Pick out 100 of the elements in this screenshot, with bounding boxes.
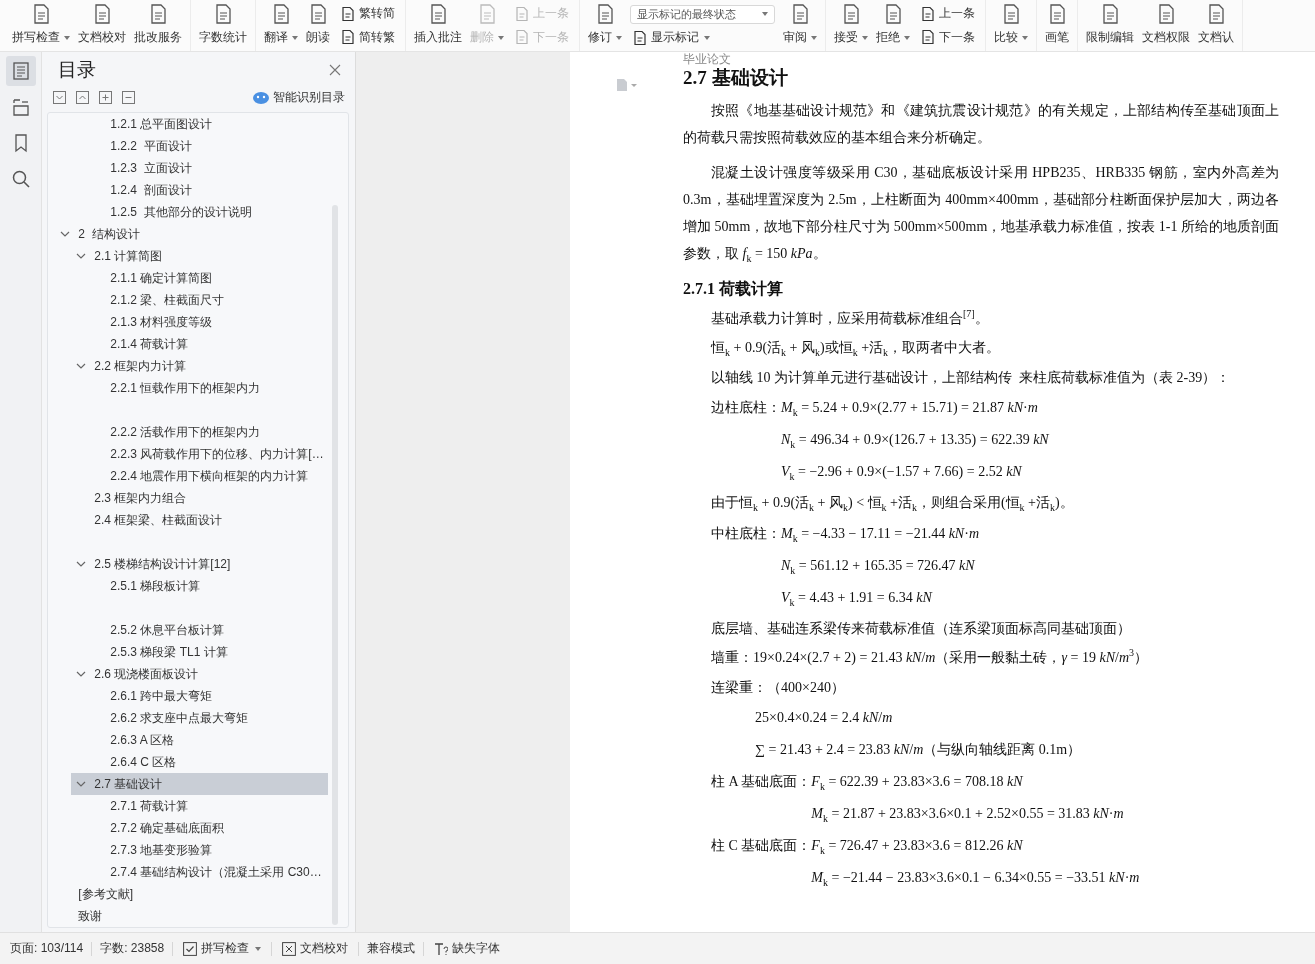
toolbar-button[interactable]: 文档权限: [1138, 0, 1194, 51]
cross-box-icon: [282, 941, 297, 956]
checkbox-icon: [183, 941, 198, 956]
toc-item[interactable]: 2.7.3 地基变形验算: [87, 839, 328, 861]
toc-item[interactable]: 1.2.5 其他部分的设计说明: [87, 201, 328, 223]
toc-item[interactable]: 1.2.3 立面设计: [87, 157, 328, 179]
toolbar-button[interactable]: 画笔: [1041, 0, 1073, 51]
toc-item[interactable]: 2.5 楼梯结构设计计算[12]: [71, 553, 328, 575]
toolbar-button[interactable]: 审阅: [779, 0, 821, 51]
toc-item[interactable]: 2.7 基础设计: [71, 773, 328, 795]
equation-label: 中柱底柱：: [711, 524, 781, 543]
toc-item[interactable]: 2.6.4 C 区格: [87, 751, 328, 773]
subsection-heading: 2.7.1 荷载计算: [683, 278, 784, 299]
toolbar-button[interactable]: 下一条: [918, 28, 977, 46]
caret-down-icon: [811, 35, 817, 40]
toc-item[interactable]: 2.6.1 跨中最大弯矩: [87, 685, 328, 707]
toc-item[interactable]: 2.1.1 确定计算简图: [87, 267, 328, 289]
toc-item[interactable]: 2.7.2 确定基础底面积: [87, 817, 328, 839]
close-icon[interactable]: [329, 63, 341, 76]
toolbar-button[interactable]: 上一条: [918, 5, 977, 23]
toc-item[interactable]: 2.5.2 休息平台板计算: [87, 619, 328, 641]
toc-item[interactable]: 1.2.4 剖面设计: [87, 179, 328, 201]
toc-item[interactable]: [参考文献]: [55, 883, 328, 905]
toc-item[interactable]: 致谢: [55, 905, 328, 927]
toc-item[interactable]: 2.2.1 恒载作用下的框架内力: [87, 377, 328, 399]
equation-label: 边柱底柱：: [711, 399, 781, 418]
caret-down-icon: [64, 35, 70, 40]
proofread-button[interactable]: 文档校对: [280, 940, 351, 957]
toc-item[interactable]: 2.2.3 风荷载作用下的位移、内力计算[…: [87, 443, 328, 465]
toc-item[interactable]: 2.6 现浇楼面板设计: [71, 663, 328, 685]
document-icon: [920, 29, 936, 46]
toc-item[interactable]: 2.1.3 材料强度等级: [87, 311, 328, 333]
toc-item[interactable]: 1.2.2 平面设计: [87, 135, 328, 157]
caret-down-icon: [292, 35, 298, 40]
toc-item[interactable]: 1.2.1 总平面图设计: [87, 113, 328, 135]
toc-item[interactable]: 2.1 计算简图: [71, 245, 328, 267]
expand-all-icon[interactable]: [53, 91, 66, 104]
text-line: 底层墙、基础连系梁传来荷载标准值（连系梁顶面标高同基础顶面）: [711, 620, 1131, 636]
toc-item[interactable]: 2.1.2 梁、柱截面尺寸: [87, 289, 328, 311]
toolbar-button[interactable]: 拒绝: [872, 0, 914, 51]
equation: F$_{k}$ = 622.39 + 23.83×3.6 = 708.18 kN: [811, 774, 1023, 790]
toc-item[interactable]: 2.6.3 A 区格: [87, 729, 328, 751]
toolbar-button[interactable]: 文档认: [1194, 0, 1238, 51]
text-line: 恒$_{k}$ + 0.9(活$_{k}$ + 风$_{k}$)或恒$_{k}$ +活$_{k}$，取两者中大者。: [711, 340, 1001, 356]
toolbar-button[interactable]: 简转繁: [338, 28, 397, 46]
equation: ∑ = 21.43 + 2.4 = 23.83 kN/m（与纵向轴线距离 0.1m）: [755, 742, 1082, 758]
toc-item[interactable]: 2.5.3 梯段梁 TL1 计算: [87, 641, 328, 663]
toc-item[interactable]: 2.7.1 荷载计算: [87, 795, 328, 817]
toolbar-button[interactable]: 拼写检查: [8, 0, 74, 51]
caret-down-icon: [255, 946, 262, 951]
toolbar-button[interactable]: 繁转简: [338, 5, 397, 23]
toc-item[interactable]: 2.5.1 梯段板计算: [87, 575, 328, 597]
toolbar-button[interactable]: 翻译: [260, 0, 302, 51]
equation: V$_{k}$ = −2.96 + 0.9×(−1.57 + 7.66) = 2.52 kN: [781, 464, 1022, 480]
toolbar-button[interactable]: 插入批注: [410, 0, 466, 51]
section-heading: 2.7 基础设计: [683, 66, 789, 90]
document-icon: [340, 29, 356, 46]
toc-item[interactable]: 2.3 框架内力组合: [71, 487, 328, 509]
markup-select[interactable]: 显示标记的最终状态: [630, 4, 775, 24]
text-line: 连梁重：（400×240）: [711, 679, 845, 695]
status-text: 字数: 23858: [100, 940, 165, 957]
toc-item[interactable]: 2.2 框架内力计算: [71, 355, 328, 377]
plus-icon[interactable]: [99, 91, 112, 104]
toc-item[interactable]: 2.7.4 基础结构设计（混凝土采用 C30…: [87, 861, 328, 883]
toolbar-button[interactable]: 朗读: [302, 0, 334, 51]
toc-item[interactable]: 2 结构设计: [55, 223, 328, 245]
toc-item[interactable]: 2.2.2 活载作用下的框架内力: [87, 421, 328, 443]
panel-title: 目录: [58, 57, 96, 82]
document-icon: [514, 5, 530, 22]
missing-font-button[interactable]: 缺失字体: [432, 940, 503, 957]
toolbar-button[interactable]: 比较: [990, 0, 1032, 51]
toc-item[interactable]: 2.4 框架梁、柱截面设计: [71, 509, 328, 531]
caret-down-icon: [762, 12, 768, 17]
document-icon: [340, 5, 356, 22]
equation: M$_{k}$ = −4.33 − 17.11 = −21.44 kN·m: [781, 525, 979, 541]
outline-icon[interactable]: [5, 56, 36, 86]
toolbar-button[interactable]: 限制编辑: [1082, 0, 1138, 51]
toc-item[interactable]: 2.6.2 求支座中点最大弯矩: [87, 707, 328, 729]
toolbar-button[interactable]: 文档校对: [74, 0, 130, 51]
caret-down-icon: [616, 35, 622, 40]
equation: F$_{k}$ = 726.47 + 23.83×3.6 = 812.26 kN: [811, 838, 1023, 854]
equation: N$_{k}$ = 561.12 + 165.35 = 726.47 kN: [781, 557, 975, 573]
page-header: 毕业论文: [683, 52, 732, 66]
caret-down-icon: [704, 35, 710, 40]
status-text: 页面: 103/114: [10, 940, 84, 957]
toolbar-button[interactable]: 修订: [584, 0, 626, 51]
spell-check-button[interactable]: 拼写检查: [181, 940, 264, 957]
collapse-all-icon[interactable]: [76, 91, 89, 104]
caret-down-icon: [904, 35, 910, 40]
caret-down-icon: [862, 35, 868, 40]
smart-toc-link[interactable]: 智能识别目录: [273, 89, 345, 106]
equation: M$_{k}$ = 21.87 + 23.83×3.6×0.1 + 2.52×0.55 = 31.83 kN·m: [811, 806, 1124, 822]
equation-label: 柱 A 基础底面：: [711, 773, 812, 792]
toolbar-button[interactable]: 显示标记: [630, 29, 775, 47]
minus-icon[interactable]: [122, 91, 135, 104]
toolbar-button[interactable]: 字数统计: [195, 0, 251, 51]
toc-item[interactable]: 2.2.4 地震作用下横向框架的内力计算: [87, 465, 328, 487]
toolbar-button[interactable]: 接受: [830, 0, 872, 51]
toolbar-button[interactable]: 批改服务: [130, 0, 186, 51]
toc-item[interactable]: 2.1.4 荷载计算: [87, 333, 328, 355]
